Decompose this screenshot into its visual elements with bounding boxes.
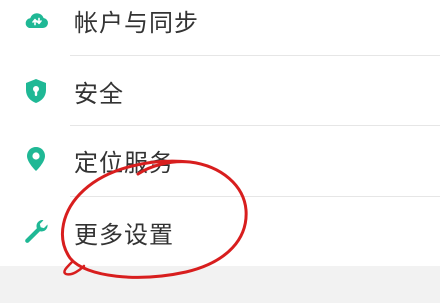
settings-item-more[interactable]: 更多设置 [0,197,440,267]
location-pin-icon [22,145,50,173]
settings-item-location[interactable]: 定位服务 [0,126,440,196]
list-footer-area [0,266,440,303]
shield-icon [22,77,50,105]
settings-item-security[interactable]: 安全 [0,56,440,126]
settings-item-label: 定位服务 [74,149,174,177]
settings-item-account-sync[interactable]: 帐户与同步 [0,0,440,56]
settings-item-label: 安全 [74,80,124,108]
settings-item-label: 帐户与同步 [74,9,199,37]
cloud-sync-icon [22,6,50,34]
wrench-icon [22,217,50,245]
settings-item-label: 更多设置 [74,221,174,249]
